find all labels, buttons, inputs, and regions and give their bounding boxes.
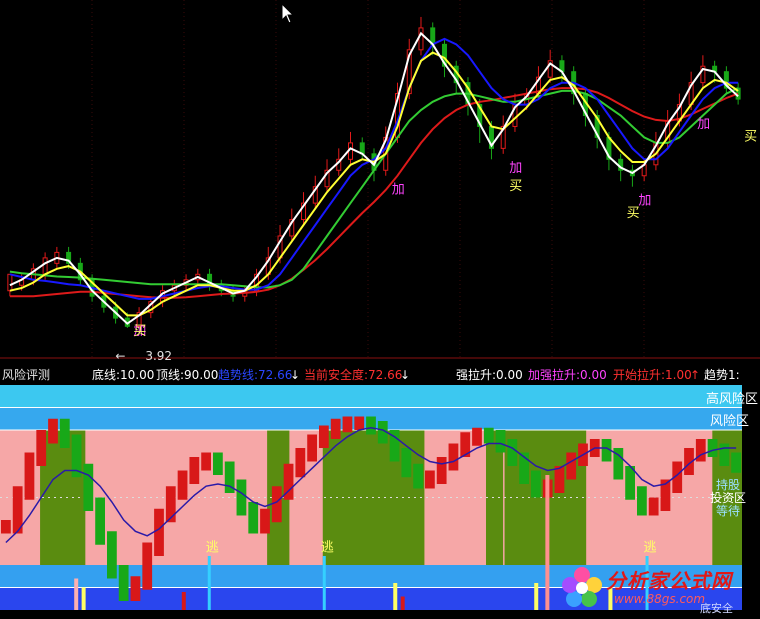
- safety-bar-30: [354, 416, 365, 430]
- bottom-line-value: 底线:10.00: [92, 368, 155, 382]
- candle-body-4: [42, 257, 48, 275]
- safety-bar-11: [130, 576, 141, 601]
- safety-bar-15: [177, 470, 188, 500]
- safety-bar-54: [637, 486, 647, 516]
- start-rise-value: 开始拉升:1.00: [613, 368, 692, 382]
- safety-bar-40: [472, 427, 482, 446]
- buy-signal-label-1: 买: [133, 324, 146, 339]
- safety-bar-10: [118, 565, 129, 601]
- safety-bar-26: [307, 434, 317, 462]
- safety-bar-17: [201, 452, 211, 471]
- top-line-value: 顶线:90.00: [156, 368, 219, 382]
- flower-logo-icon: [562, 567, 602, 607]
- trend1-label: 趋势1:: [704, 368, 740, 382]
- safety-bar-16: [189, 457, 200, 484]
- logo-name: 分析家公式网: [606, 569, 732, 593]
- escape-label-1: 逃: [321, 541, 334, 556]
- safety-down-arrow: ↓: [400, 368, 411, 382]
- indicator-title: 风险评测: [2, 368, 51, 382]
- low-price-arrow: ←: [115, 349, 125, 360]
- signal-bar-3: [393, 583, 398, 610]
- safety-bar-36: [425, 470, 435, 489]
- risk-zone-label: 风险区: [710, 414, 750, 429]
- safety-bar-35: [413, 463, 423, 489]
- escape-label-0: 逃: [206, 541, 219, 556]
- safety-bar-18: [213, 452, 223, 475]
- safety-bar-47: [554, 466, 565, 493]
- low-price-value: 3.92: [145, 349, 172, 360]
- add-signal-label-7: 加: [697, 117, 710, 132]
- wait-zone-label: 等待: [716, 504, 741, 518]
- escape-label-2: 逃: [644, 541, 657, 556]
- indicator-info-bar: 风险评测 底线:10.00 顶线:90.00 趋势线:72.66 ↓ 当前安全度…: [0, 366, 760, 384]
- safety-bar-48: [566, 452, 577, 480]
- add-signal-label-6: 加: [638, 194, 651, 209]
- signal-bar-2: [181, 592, 186, 610]
- signal-bar-5: [534, 583, 539, 610]
- safety-bar-37: [436, 457, 447, 484]
- safety-value: 当前安全度:72.66: [304, 368, 403, 382]
- safety-bar-45: [531, 470, 541, 498]
- safety-bar-61: [719, 443, 730, 466]
- stock-chart: 加买加加买买加加买 ← 3.92 逃逃逃: [0, 0, 760, 619]
- safety-bar-4: [48, 418, 58, 444]
- safety-bar-27: [319, 425, 329, 448]
- signal-bar-6: [545, 475, 550, 610]
- start-rise-up-arrow: ↑: [690, 368, 701, 382]
- safety-bar-28: [330, 418, 341, 439]
- safety-bar-20: [236, 479, 247, 516]
- safety-bar-3: [36, 430, 47, 466]
- escape-bar-1: [322, 556, 326, 610]
- add-signal-label-2: 加: [392, 183, 405, 198]
- safety-bar-12: [142, 542, 153, 590]
- series-line-green: [9, 87, 739, 289]
- trend-down-arrow: ↓: [290, 368, 301, 382]
- safety-bar-43: [507, 439, 518, 466]
- safety-bar-8: [95, 497, 105, 545]
- enhanced-rise-value: 加强拉升:0.00: [528, 368, 607, 382]
- safety-bar-2: [24, 452, 35, 500]
- safety-bar-7: [83, 463, 94, 511]
- safety-bar-31: [366, 416, 376, 435]
- series-line-red: [9, 87, 739, 299]
- mouse-cursor-icon: [281, 3, 295, 24]
- escape-bar-0: [207, 556, 211, 610]
- series-line-yellow: [9, 51, 739, 317]
- price-panel: 加买加加买买加加买← 3.92: [0, 0, 760, 360]
- safety-bar-5: [59, 418, 70, 448]
- safety-bar-29: [342, 416, 353, 433]
- logo-url: www.88gs.com: [614, 592, 706, 606]
- safety-bar-60: [707, 439, 718, 457]
- high-risk-band: [0, 385, 742, 408]
- strong-rise-value: 强拉升:0.00: [456, 368, 523, 382]
- safety-bar-41: [483, 427, 494, 444]
- trend-line-value: 趋势线:72.66: [218, 368, 293, 382]
- signal-bar-1: [81, 587, 86, 610]
- safety-bar-22: [260, 508, 270, 534]
- safety-bar-34: [401, 448, 412, 478]
- safety-bar-62: [731, 452, 741, 473]
- safety-bar-13: [154, 508, 164, 556]
- signal-bar-0: [74, 578, 79, 610]
- buy-signal-label-8: 买: [744, 130, 757, 145]
- safety-bar-9: [107, 531, 117, 579]
- candle-body-1: [7, 273, 13, 292]
- candle-body-36: [418, 27, 424, 51]
- safety-bar-38: [448, 443, 459, 471]
- safety-bar-55: [648, 497, 659, 516]
- safety-bar-21: [248, 502, 259, 534]
- safety-bar-42: [495, 430, 506, 453]
- signal-bar-4: [400, 596, 405, 610]
- add-signal-label-3: 加: [509, 161, 522, 176]
- site-watermark-logo: 分析家公式网 www.88gs.com: [554, 561, 754, 615]
- safety-bar-23: [271, 486, 282, 523]
- high-risk-zone-label: 高风险区: [705, 392, 758, 407]
- safety-bar-25: [295, 448, 306, 478]
- safety-bar-0: [1, 520, 11, 534]
- buy-signal-label-4: 买: [509, 179, 522, 194]
